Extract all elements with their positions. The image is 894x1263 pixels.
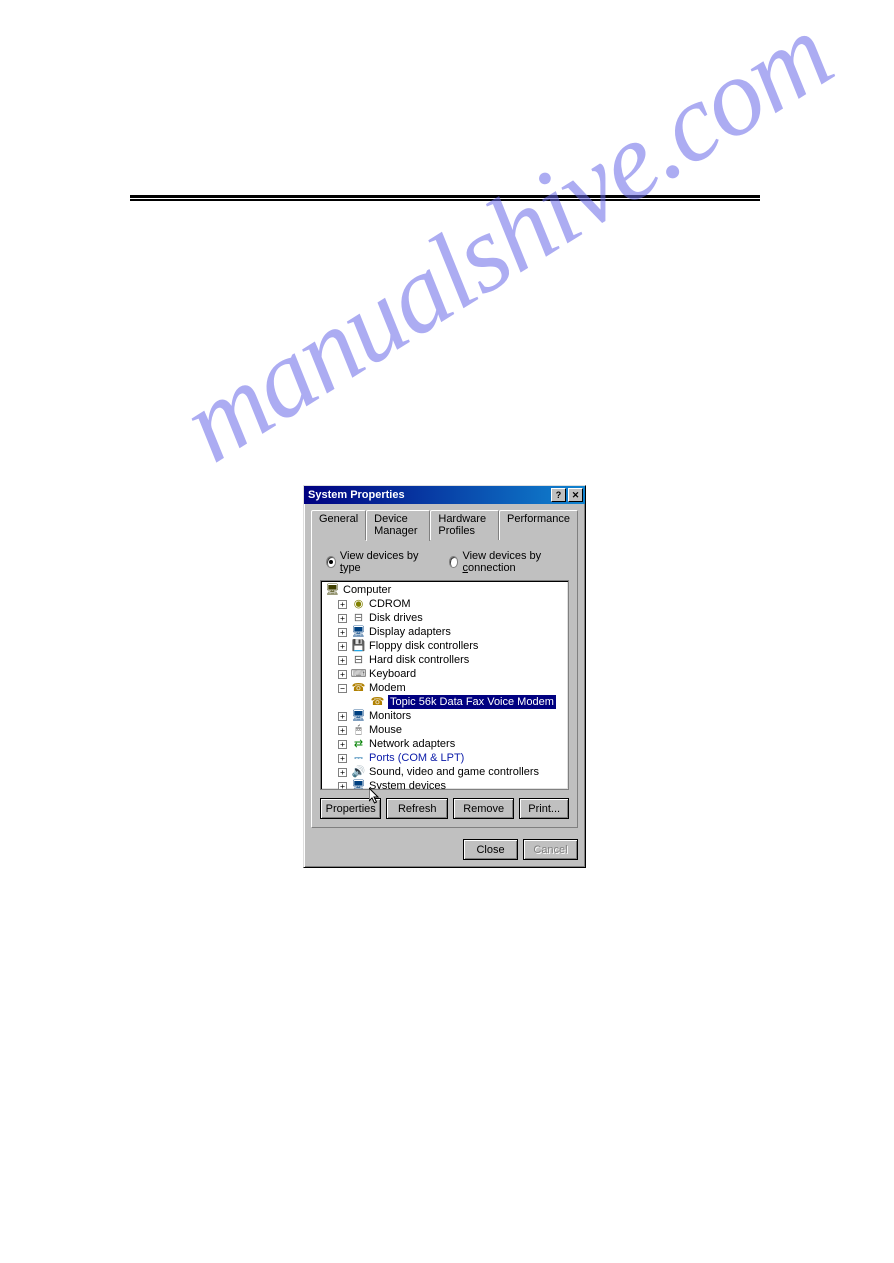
tree-label: Computer bbox=[343, 583, 391, 597]
properties-button[interactable]: Properties bbox=[320, 798, 381, 819]
tree-label: Topic 56k Data Fax Voice Modem bbox=[388, 695, 556, 709]
expander-icon[interactable]: + bbox=[338, 628, 347, 637]
tree-item[interactable]: + 🖱Mouse bbox=[323, 723, 566, 737]
device-category-icon: ⎓ bbox=[351, 752, 366, 765]
dialog-close-button[interactable]: Close bbox=[463, 839, 518, 860]
page-header-divider bbox=[130, 195, 760, 201]
tree-label: Floppy disk controllers bbox=[369, 639, 478, 653]
tree-label: Ports (COM & LPT) bbox=[369, 751, 464, 765]
tree-item[interactable]: + 🖥Monitors bbox=[323, 709, 566, 723]
system-properties-dialog: System Properties ? ✕ General Device Man… bbox=[303, 485, 586, 868]
tree-item[interactable]: + 🖥Display adapters bbox=[323, 625, 566, 639]
expander-icon[interactable]: + bbox=[338, 600, 347, 609]
remove-button[interactable]: Remove bbox=[453, 798, 514, 819]
device-category-icon: 🖥 bbox=[351, 626, 366, 639]
device-category-icon: 🖥 bbox=[351, 710, 366, 723]
computer-icon: 🖥 bbox=[325, 584, 340, 597]
expander-icon[interactable]: + bbox=[338, 656, 347, 665]
tree-label: Network adapters bbox=[369, 737, 455, 751]
tree-item[interactable]: + 🔊Sound, video and game controllers bbox=[323, 765, 566, 779]
print-button[interactable]: Print... bbox=[519, 798, 569, 819]
panel-buttons: Properties Refresh Remove Print... bbox=[320, 798, 569, 819]
tab-device-manager[interactable]: Device Manager bbox=[366, 510, 430, 541]
expander-icon[interactable]: + bbox=[338, 642, 347, 651]
device-category-icon: ☎ bbox=[351, 682, 366, 695]
tree-label: Monitors bbox=[369, 709, 411, 723]
tree-label: Hard disk controllers bbox=[369, 653, 469, 667]
tree-item[interactable]: + 💾Floppy disk controllers bbox=[323, 639, 566, 653]
tree-item[interactable]: + ⊟Hard disk controllers bbox=[323, 653, 566, 667]
tree-item[interactable]: + ◉CDROM bbox=[323, 597, 566, 611]
refresh-button[interactable]: Refresh bbox=[386, 798, 447, 819]
help-button[interactable]: ? bbox=[551, 488, 566, 502]
expander-icon[interactable]: + bbox=[338, 614, 347, 623]
tree-label: Disk drives bbox=[369, 611, 423, 625]
tree-label: Sound, video and game controllers bbox=[369, 765, 539, 779]
device-category-icon: ◉ bbox=[351, 598, 366, 611]
expander-icon[interactable]: + bbox=[338, 726, 347, 735]
tree-root-computer[interactable]: 🖥Computer bbox=[323, 583, 566, 597]
device-category-icon: ⊟ bbox=[351, 612, 366, 625]
tree-item[interactable]: −☎Modem bbox=[323, 681, 566, 695]
tab-hardware-profiles[interactable]: Hardware Profiles bbox=[430, 510, 499, 540]
device-category-icon: 🖱 bbox=[351, 724, 366, 737]
device-tree[interactable]: 🖥Computer+◉CDROM+⊟Disk drives+🖥Display a… bbox=[320, 580, 569, 790]
radio-icon bbox=[326, 556, 336, 568]
expander-icon[interactable]: + bbox=[338, 754, 347, 763]
tree-label: Display adapters bbox=[369, 625, 451, 639]
radio-view-by-type[interactable]: View devices by type bbox=[326, 550, 421, 574]
device-category-icon: ⇄ bbox=[351, 738, 366, 751]
radio-view-by-connection[interactable]: View devices by connection bbox=[449, 550, 569, 574]
expander-spacer bbox=[357, 698, 366, 707]
device-icon: ☎ bbox=[370, 696, 385, 709]
tree-child-item[interactable]: ☎Topic 56k Data Fax Voice Modem bbox=[323, 695, 566, 709]
device-category-icon: ⊟ bbox=[351, 654, 366, 667]
dialog-cancel-button[interactable]: Cancel bbox=[523, 839, 578, 860]
close-button[interactable]: ✕ bbox=[568, 488, 583, 502]
titlebar[interactable]: System Properties ? ✕ bbox=[304, 486, 585, 504]
device-category-icon: 🖥 bbox=[351, 780, 366, 791]
tree-label: Keyboard bbox=[369, 667, 416, 681]
tree-item[interactable]: + 🖥System devices bbox=[323, 779, 566, 790]
tree-label: Modem bbox=[369, 681, 406, 695]
device-category-icon: ⌨ bbox=[351, 668, 366, 681]
expander-icon[interactable]: + bbox=[338, 768, 347, 777]
dialog-footer: Close Cancel bbox=[304, 839, 585, 867]
expander-icon[interactable]: − bbox=[338, 684, 347, 693]
tab-strip: General Device Manager Hardware Profiles… bbox=[311, 510, 578, 540]
tree-item[interactable]: + ⎓Ports (COM & LPT) bbox=[323, 751, 566, 765]
tree-label: Mouse bbox=[369, 723, 402, 737]
expander-icon[interactable]: + bbox=[338, 670, 347, 679]
device-category-icon: 💾 bbox=[351, 640, 366, 653]
expander-icon[interactable]: + bbox=[338, 740, 347, 749]
tree-label: System devices bbox=[369, 779, 446, 790]
expander-icon[interactable]: + bbox=[338, 712, 347, 721]
tree-item[interactable]: + ⊟Disk drives bbox=[323, 611, 566, 625]
tab-performance[interactable]: Performance bbox=[499, 510, 578, 540]
radio-icon bbox=[449, 556, 459, 568]
view-mode-radios: View devices by type View devices by con… bbox=[320, 550, 569, 574]
dialog-title: System Properties bbox=[308, 489, 549, 501]
tree-item[interactable]: + ⌨Keyboard bbox=[323, 667, 566, 681]
radio-label-by-type: View devices by type bbox=[340, 550, 421, 574]
device-category-icon: 🔊 bbox=[351, 766, 366, 779]
expander-icon[interactable]: + bbox=[338, 782, 347, 791]
radio-label-by-connection: View devices by connection bbox=[462, 550, 569, 574]
tab-general[interactable]: General bbox=[311, 510, 366, 540]
tab-panel: View devices by type View devices by con… bbox=[311, 539, 578, 828]
tree-label: CDROM bbox=[369, 597, 411, 611]
watermark-text: manualshive.com bbox=[160, 0, 852, 488]
dialog-body: General Device Manager Hardware Profiles… bbox=[304, 504, 585, 837]
tree-item[interactable]: + ⇄Network adapters bbox=[323, 737, 566, 751]
